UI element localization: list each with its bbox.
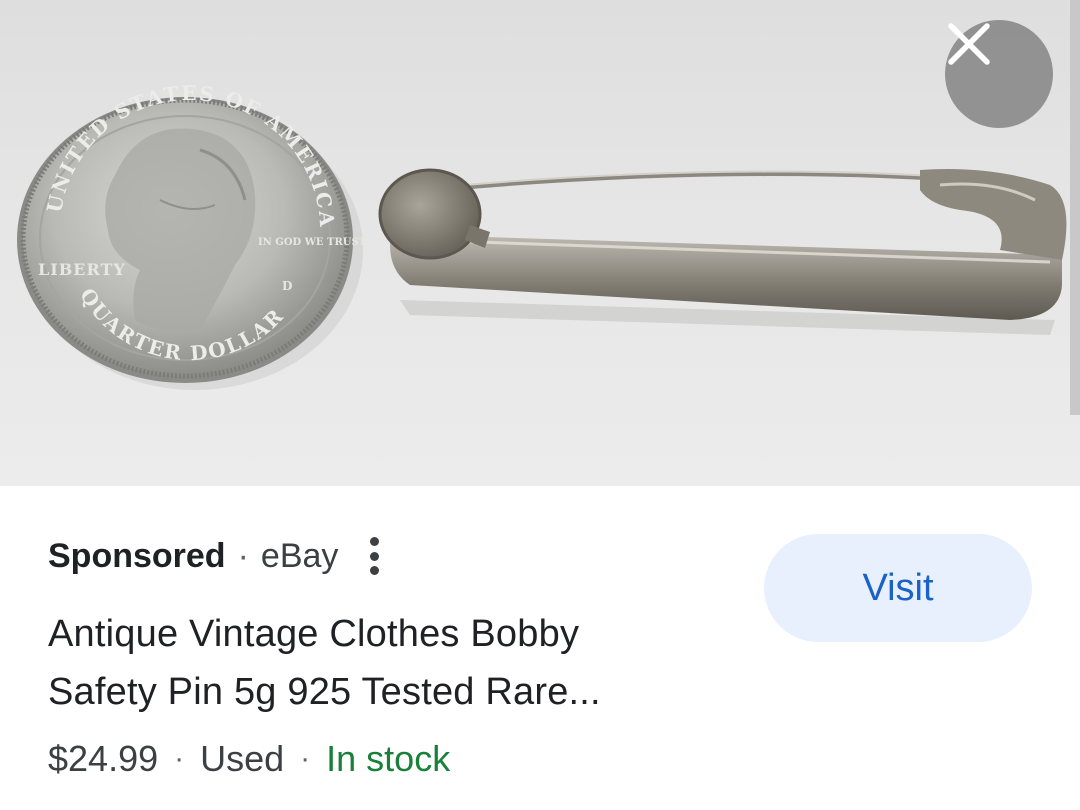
more-vert-icon[interactable] bbox=[362, 535, 386, 577]
coin-liberty-text: LIBERTY bbox=[38, 260, 126, 279]
price-row: $24.99 · Used · In stock bbox=[48, 736, 450, 782]
condition-separator: · bbox=[300, 742, 311, 775]
product-image[interactable]: UNITED STATES OF AMERICA LIBERTY IN GOD … bbox=[0, 0, 1080, 486]
safety-pin bbox=[378, 168, 1067, 335]
product-photo: UNITED STATES OF AMERICA LIBERTY IN GOD … bbox=[17, 81, 1067, 390]
visit-button[interactable]: Visit bbox=[764, 534, 1032, 642]
coin-motto-text: IN GOD WE TRUST bbox=[258, 237, 367, 248]
close-icon bbox=[948, 23, 990, 65]
ad-meta-row: Sponsored · eBay bbox=[48, 535, 386, 577]
merchant-name[interactable]: eBay bbox=[261, 537, 339, 576]
product-title-line-2: Safety Pin 5g 925 Tested Rare... bbox=[48, 671, 601, 713]
price-separator: · bbox=[174, 742, 185, 775]
coin-mint-mark: D bbox=[282, 279, 292, 293]
meta-separator: · bbox=[237, 536, 249, 575]
availability-status: In stock bbox=[326, 738, 451, 779]
product-condition: Used bbox=[200, 738, 285, 779]
sponsored-label: Sponsored bbox=[48, 536, 226, 575]
product-title-line-1: Antique Vintage Clothes Bobby bbox=[48, 613, 580, 655]
product-title[interactable]: Antique Vintage Clothes Bobby Safety Pin… bbox=[48, 605, 708, 721]
close-button[interactable] bbox=[945, 20, 1053, 128]
image-scrollbar[interactable] bbox=[1070, 0, 1080, 415]
product-price: $24.99 bbox=[48, 738, 159, 779]
